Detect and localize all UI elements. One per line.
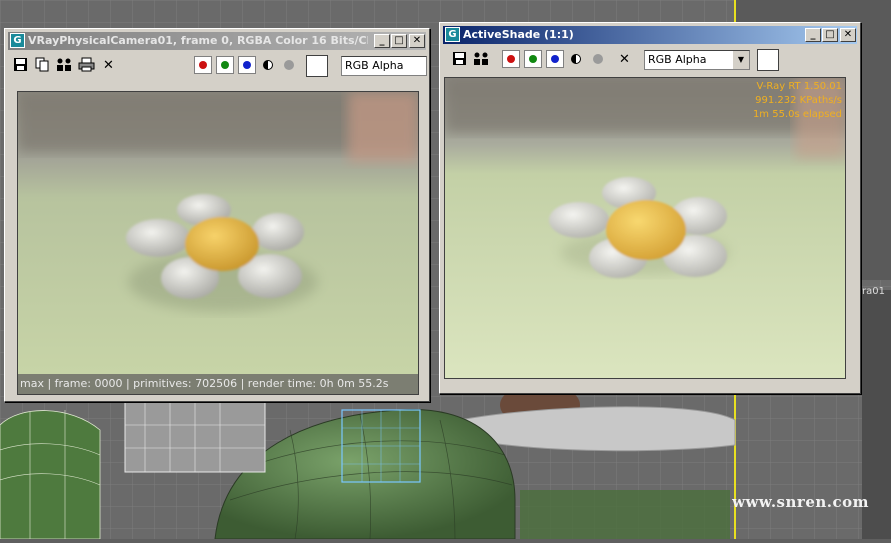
channel-select[interactable]: RGB Alpha ▼ bbox=[644, 50, 750, 70]
activeshade-toolbar: ✕ RGB Alpha ▼ bbox=[443, 47, 857, 75]
green-channel-button[interactable] bbox=[524, 50, 542, 68]
blue-channel-icon bbox=[243, 61, 251, 69]
app-icon: G bbox=[445, 27, 460, 42]
close-button[interactable]: ✕ bbox=[840, 28, 856, 42]
activeshade-render-canvas[interactable]: V-Ray RT 1.50.01 991.232 KPaths/s 1m 55.… bbox=[444, 77, 846, 379]
red-channel-button[interactable] bbox=[502, 50, 520, 68]
clone-icon[interactable] bbox=[473, 51, 490, 68]
clear-icon[interactable]: ✕ bbox=[616, 51, 633, 68]
blue-channel-button[interactable] bbox=[238, 56, 256, 74]
activeshade-title: ActiveShade (1:1) bbox=[463, 28, 574, 41]
copy-icon[interactable] bbox=[34, 57, 51, 74]
green-channel-button[interactable] bbox=[216, 56, 234, 74]
vray-elapsed: 1m 55.0s elapsed bbox=[752, 109, 842, 120]
vfb-title: VRayPhysicalCamera01, frame 0, RGBA Colo… bbox=[28, 34, 368, 47]
vray-version: V-Ray RT 1.50.01 bbox=[756, 81, 843, 92]
activeshade-titlebar[interactable]: G ActiveShade (1:1) _ □ ✕ bbox=[443, 26, 857, 44]
minimize-button[interactable]: _ bbox=[374, 34, 390, 48]
vray-frame-buffer-window[interactable]: G VRayPhysicalCamera01, frame 0, RGBA Co… bbox=[4, 28, 430, 402]
alpha-channel-icon[interactable] bbox=[593, 54, 603, 64]
channel-select-value: RGB Alpha bbox=[648, 53, 707, 66]
viewport-label: ra01 bbox=[862, 286, 885, 297]
rendered-flower-image bbox=[18, 92, 418, 394]
vfb-toolbar: ✕ RGB Alpha bbox=[8, 53, 427, 81]
vfb-render-canvas[interactable]: max | frame: 0000 | primitives: 702506 |… bbox=[17, 91, 419, 395]
vray-rt-info: V-Ray RT 1.50.01 991.232 KPaths/s 1m 55.… bbox=[753, 80, 842, 122]
channel-select[interactable]: RGB Alpha bbox=[341, 56, 427, 76]
render-status-bar: max | frame: 0000 | primitives: 702506 |… bbox=[18, 374, 418, 394]
red-channel-button[interactable] bbox=[194, 56, 212, 74]
alpha-channel-icon[interactable] bbox=[284, 60, 294, 70]
green-channel-icon bbox=[221, 61, 229, 69]
green-channel-icon bbox=[529, 55, 537, 63]
blue-channel-icon bbox=[551, 55, 559, 63]
watermark: www.snren.com bbox=[732, 493, 869, 511]
chevron-down-icon[interactable]: ▼ bbox=[732, 51, 749, 69]
red-channel-icon bbox=[507, 55, 515, 63]
maximize-button[interactable]: □ bbox=[391, 34, 407, 48]
vray-paths-rate: 991.232 KPaths/s bbox=[755, 95, 842, 106]
red-channel-icon bbox=[199, 61, 207, 69]
maximize-button[interactable]: □ bbox=[822, 28, 838, 42]
monochrome-icon[interactable] bbox=[571, 54, 581, 64]
channel-select-value: RGB Alpha bbox=[345, 59, 404, 72]
save-icon[interactable] bbox=[12, 57, 29, 74]
vfb-titlebar[interactable]: G VRayPhysicalCamera01, frame 0, RGBA Co… bbox=[8, 32, 426, 50]
color-swatch[interactable] bbox=[757, 49, 779, 71]
save-icon[interactable] bbox=[451, 51, 468, 68]
clear-icon[interactable]: ✕ bbox=[100, 57, 117, 74]
app-icon: G bbox=[10, 33, 25, 48]
clone-icon[interactable] bbox=[56, 57, 73, 74]
print-icon[interactable] bbox=[78, 57, 95, 74]
monochrome-icon[interactable] bbox=[263, 60, 273, 70]
minimize-button[interactable]: _ bbox=[805, 28, 821, 42]
color-swatch[interactable] bbox=[306, 55, 328, 77]
close-button[interactable]: ✕ bbox=[409, 34, 425, 48]
activeshade-window[interactable]: G ActiveShade (1:1) _ □ ✕ ✕ RGB Alpha ▼ bbox=[439, 22, 861, 394]
rendered-flower-image bbox=[445, 78, 845, 378]
blue-channel-button[interactable] bbox=[546, 50, 564, 68]
